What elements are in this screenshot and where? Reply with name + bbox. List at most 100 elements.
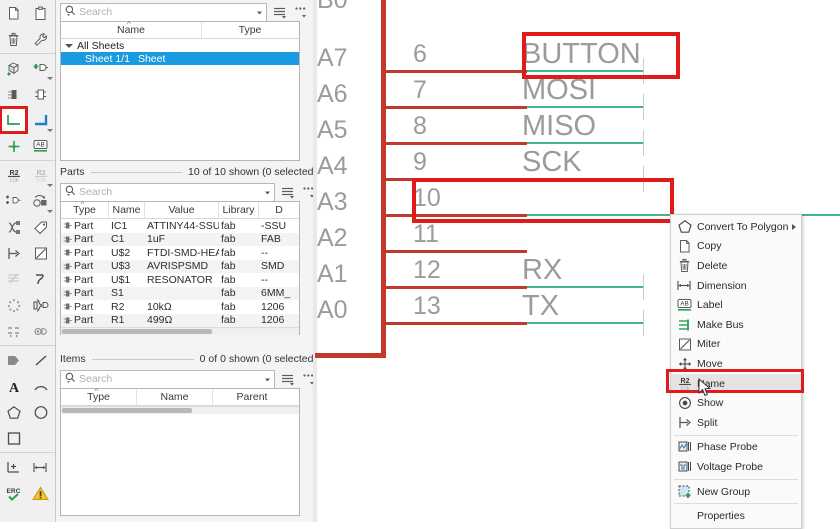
parts-table-body[interactable]: Part IC1 ATTINY44-SSU fab -SSU Part C1 1… — [61, 219, 299, 327]
bus-icon[interactable] — [27, 107, 54, 133]
arc-icon[interactable] — [27, 373, 54, 399]
add-part-icon[interactable] — [0, 55, 27, 81]
net-label-RX[interactable]: RX — [522, 254, 562, 287]
name-icon[interactable]: R210k — [0, 162, 27, 188]
value-icon[interactable]: R210k — [27, 162, 54, 188]
text-icon[interactable]: A — [0, 373, 27, 399]
items-table[interactable]: ^TypeNameParent — [60, 388, 300, 516]
junction-icon[interactable] — [0, 133, 27, 159]
chevron-down-icon[interactable] — [65, 44, 73, 48]
wire-red-pin-13[interactable] — [381, 322, 527, 325]
line-icon[interactable] — [27, 347, 54, 373]
dimension-icon[interactable] — [27, 454, 54, 480]
bus-tap-icon[interactable] — [0, 266, 27, 292]
menu-item-voltage-probe[interactable]: Voltage Probe — [671, 457, 801, 477]
items-search-box[interactable] — [60, 370, 275, 389]
menu-item-new-group[interactable]: New Group — [671, 482, 801, 502]
menu-item-make-bus[interactable]: Make Bus — [671, 315, 801, 335]
table-row[interactable]: Part U$3 AVRISPSMD fab SMD — [61, 260, 299, 274]
context-menu[interactable]: Convert To Polygon Copy Delete Dimension — [670, 214, 802, 529]
column-header[interactable]: ^Type — [61, 202, 109, 218]
menu-item-copy[interactable]: Copy — [671, 237, 801, 257]
paste-icon[interactable] — [27, 0, 54, 26]
table-row[interactable]: Part U$2 FTDI-SMD-HEADER fab -- — [61, 246, 299, 260]
symbol-icon[interactable] — [27, 81, 54, 107]
column-header[interactable]: Type — [202, 22, 298, 38]
parts-table[interactable]: ^TypeNameValueLibraryD Part IC1 ATTINY44… — [60, 201, 300, 335]
gate-swap-icon[interactable] — [27, 292, 54, 318]
table-row[interactable]: Part C1 1uF fab FAB — [61, 233, 299, 247]
sheet-list-item[interactable]: Sheet 1/1Sheet — [61, 52, 299, 65]
dropdown-caret-icon[interactable] — [47, 77, 53, 80]
menu-item-convert-to-polygon[interactable]: Convert To Polygon — [671, 217, 801, 237]
menu-item-phase-probe[interactable]: Phase Probe — [671, 438, 801, 458]
parts-search-box[interactable] — [60, 183, 275, 202]
column-header[interactable]: D — [259, 202, 299, 218]
table-row[interactable]: Part R1 499Ω fab 1206 — [61, 314, 299, 328]
net-label-SCK[interactable]: SCK — [522, 146, 582, 179]
column-header[interactable]: Parent — [213, 389, 291, 405]
table-row[interactable]: Part S1 fab 6MM_ — [61, 287, 299, 301]
column-header[interactable]: ^Type — [61, 389, 137, 405]
dots-circle-icon[interactable] — [0, 292, 27, 318]
polygon-icon[interactable] — [0, 399, 27, 425]
wrench-icon[interactable] — [27, 26, 54, 52]
circle-icon[interactable] — [27, 399, 54, 425]
table-row[interactable]: Part U$1 RESONATOR fab -- — [61, 273, 299, 287]
copy-icon[interactable] — [0, 0, 27, 26]
chevron-down-icon[interactable] — [260, 188, 274, 197]
items-hscrollbar[interactable] — [61, 406, 299, 414]
add-gate-icon[interactable] — [27, 55, 54, 81]
menu-item-name[interactable]: R210k Name — [671, 374, 801, 394]
rect-icon[interactable] — [0, 425, 27, 451]
sheets-root-row[interactable]: All Sheets — [61, 39, 299, 52]
net-icon[interactable] — [0, 107, 27, 133]
column-header[interactable]: ^Name — [61, 22, 202, 38]
column-header[interactable]: Name — [109, 202, 145, 218]
sheets-list-options-icon[interactable] — [271, 4, 288, 21]
items-search-input[interactable] — [79, 373, 260, 385]
chevron-down-icon[interactable] — [260, 375, 274, 384]
table-row[interactable]: Part IC1 ATTINY44-SSU fab -SSU — [61, 219, 299, 233]
column-header[interactable]: Value — [145, 202, 219, 218]
split-icon[interactable] — [0, 240, 27, 266]
menu-item-label[interactable]: AB Label — [671, 295, 801, 315]
net-label-MISO[interactable]: MISO — [522, 110, 596, 143]
attribute-icon[interactable] — [27, 214, 54, 240]
wire-red-pin-8[interactable] — [381, 142, 527, 145]
wire-red-pin-11[interactable] — [381, 250, 527, 253]
column-header[interactable]: Name — [137, 389, 213, 405]
menu-item-split[interactable]: Split — [671, 413, 801, 433]
parts-hscrollbar[interactable] — [61, 327, 299, 335]
delete-icon[interactable] — [0, 26, 27, 52]
items-list-options-icon[interactable] — [279, 371, 296, 388]
menu-item-dimension[interactable]: Dimension — [671, 276, 801, 296]
pinswap-icon[interactable] — [0, 214, 27, 240]
wire-red-pin-12[interactable] — [381, 286, 527, 289]
sheets-table[interactable]: ^NameType All SheetsSheet 1/1Sheet — [60, 21, 300, 161]
dropdown-caret-icon[interactable] — [47, 210, 53, 213]
wire-red-pin-6[interactable] — [381, 70, 527, 73]
column-header[interactable]: Library — [219, 202, 259, 218]
dropdown-caret-icon[interactable] — [47, 129, 53, 132]
package-icon[interactable] — [0, 81, 27, 107]
sheets-search-input[interactable] — [79, 6, 252, 18]
menu-item-properties[interactable]: Properties — [671, 506, 801, 526]
warning-icon[interactable] — [27, 480, 54, 506]
parts-list-options-icon[interactable] — [279, 184, 296, 201]
port-icon[interactable] — [0, 347, 27, 373]
miter-icon[interactable] — [27, 240, 54, 266]
sheets-table-body[interactable]: All SheetsSheet 1/1Sheet — [61, 39, 299, 65]
parts-search-input[interactable] — [79, 186, 260, 198]
sheets-search-box[interactable] — [60, 3, 267, 22]
net-class-icon[interactable] — [27, 318, 54, 344]
label-icon[interactable]: AB — [27, 133, 54, 159]
menu-item-show[interactable]: Show — [671, 393, 801, 413]
add-supply-icon[interactable] — [0, 188, 27, 214]
invoke-icon[interactable] — [27, 266, 54, 292]
sheets-more-icon[interactable] — [292, 4, 309, 21]
dropdown-caret-icon[interactable] — [47, 184, 53, 187]
pin-direction-icon[interactable] — [0, 318, 27, 344]
table-row[interactable]: Part R2 10kΩ fab 1206 — [61, 300, 299, 314]
menu-item-move[interactable]: Move — [671, 354, 801, 374]
